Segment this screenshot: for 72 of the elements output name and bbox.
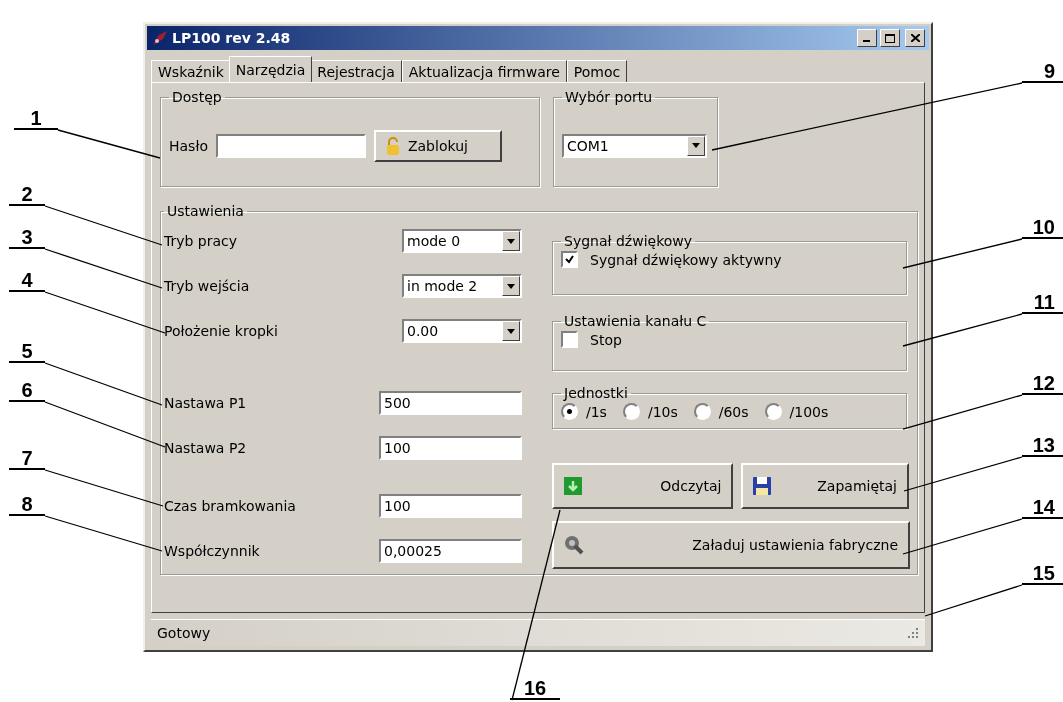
callout-number: 12 bbox=[1022, 371, 1063, 395]
text-field[interactable]: 500 bbox=[379, 391, 522, 415]
callout-number: 8 bbox=[9, 492, 45, 516]
group-title: Jednostki bbox=[562, 385, 629, 401]
resize-grip-icon[interactable] bbox=[907, 627, 919, 639]
dropdown[interactable]: mode 0 bbox=[402, 229, 522, 253]
checkbox[interactable] bbox=[561, 251, 578, 268]
status-text: Gotowy bbox=[157, 625, 211, 641]
password-label: Hasło bbox=[169, 137, 208, 154]
field-label: Położenie kropki bbox=[164, 323, 278, 339]
group-title: Ustawienia bbox=[166, 203, 245, 219]
field-label: Nastawa P1 bbox=[164, 395, 247, 411]
callout-number: 5 bbox=[9, 339, 45, 363]
maximize-button[interactable] bbox=[880, 29, 900, 47]
callout-number: 10 bbox=[1022, 215, 1063, 239]
callout-number: 7 bbox=[9, 446, 45, 470]
padlock-icon bbox=[385, 136, 400, 155]
text-field[interactable]: 100 bbox=[379, 436, 522, 460]
close-button[interactable] bbox=[905, 29, 925, 47]
radio-label: /60s bbox=[718, 403, 749, 420]
dropdown[interactable]: 0.00 bbox=[402, 319, 522, 343]
dropdown[interactable]: in mode 2 bbox=[402, 274, 522, 298]
close-icon bbox=[910, 34, 920, 42]
field-label: Tryb pracy bbox=[164, 233, 238, 249]
group-title: Dostęp bbox=[171, 89, 223, 105]
action-button[interactable]: Odczytaj bbox=[552, 463, 734, 509]
group-title: Wybór portu bbox=[564, 89, 654, 105]
window-title: LP100 rev 2.48 bbox=[172, 30, 292, 46]
text-field[interactable]: 0,00025 bbox=[379, 539, 522, 563]
dropdown[interactable]: COM1 bbox=[562, 133, 707, 158]
radio-label: /100s bbox=[789, 403, 829, 420]
callout-number: 15 bbox=[1022, 561, 1063, 585]
field-label: Współczynnik bbox=[164, 543, 260, 559]
radio-button[interactable] bbox=[764, 403, 782, 420]
callout-number: 3 bbox=[9, 225, 45, 249]
action-button[interactable]: Załaduj ustawienia fabryczne bbox=[552, 521, 910, 569]
field-label: Czas bramkowania bbox=[164, 498, 296, 514]
text-field[interactable]: 100 bbox=[379, 494, 522, 518]
app-icon bbox=[151, 29, 169, 47]
lock-button[interactable]: Zablokuj bbox=[373, 129, 502, 162]
tab[interactable]: Rejestracja bbox=[310, 60, 402, 82]
callout-number: 1 bbox=[14, 106, 58, 130]
checkbox-label: Sygnał dźwiękowy aktywny bbox=[590, 251, 782, 268]
callout-number: 4 bbox=[9, 268, 45, 292]
tab[interactable]: Pomoc bbox=[566, 60, 628, 82]
maximize-icon bbox=[885, 33, 895, 43]
callout-number: 2 bbox=[9, 182, 45, 206]
callout-number: 16 bbox=[510, 676, 560, 700]
checkmark-icon bbox=[565, 255, 574, 264]
minimize-button[interactable] bbox=[857, 29, 877, 47]
callout-number: 13 bbox=[1022, 433, 1063, 457]
tab[interactable]: Narzędzia bbox=[228, 56, 313, 82]
group-title: Sygnał dźwiękowy bbox=[563, 233, 694, 249]
radio-label: /10s bbox=[647, 403, 678, 420]
checkbox-label: Stop bbox=[590, 331, 622, 348]
field-label: Nastawa P2 bbox=[164, 440, 247, 456]
download-icon bbox=[564, 477, 582, 495]
checkbox[interactable] bbox=[561, 331, 578, 348]
callout-number: 6 bbox=[9, 378, 45, 402]
radio-button[interactable] bbox=[561, 403, 578, 420]
radio-button[interactable] bbox=[693, 403, 711, 420]
radio-button[interactable] bbox=[622, 403, 640, 420]
action-button[interactable]: Zapamiętaj bbox=[741, 463, 909, 509]
group-title: Ustawienia kanału C bbox=[563, 313, 708, 329]
callout-number: 14 bbox=[1022, 495, 1063, 519]
password-field[interactable] bbox=[215, 133, 366, 158]
callout-number: 9 bbox=[1022, 59, 1063, 83]
tab[interactable]: Aktualizacja firmware bbox=[401, 60, 567, 82]
field-label: Tryb wejścia bbox=[164, 278, 250, 294]
radio-label: /1s bbox=[586, 403, 607, 420]
callout-number: 11 bbox=[1022, 290, 1063, 314]
tab[interactable]: Wskaźnik bbox=[151, 60, 231, 82]
